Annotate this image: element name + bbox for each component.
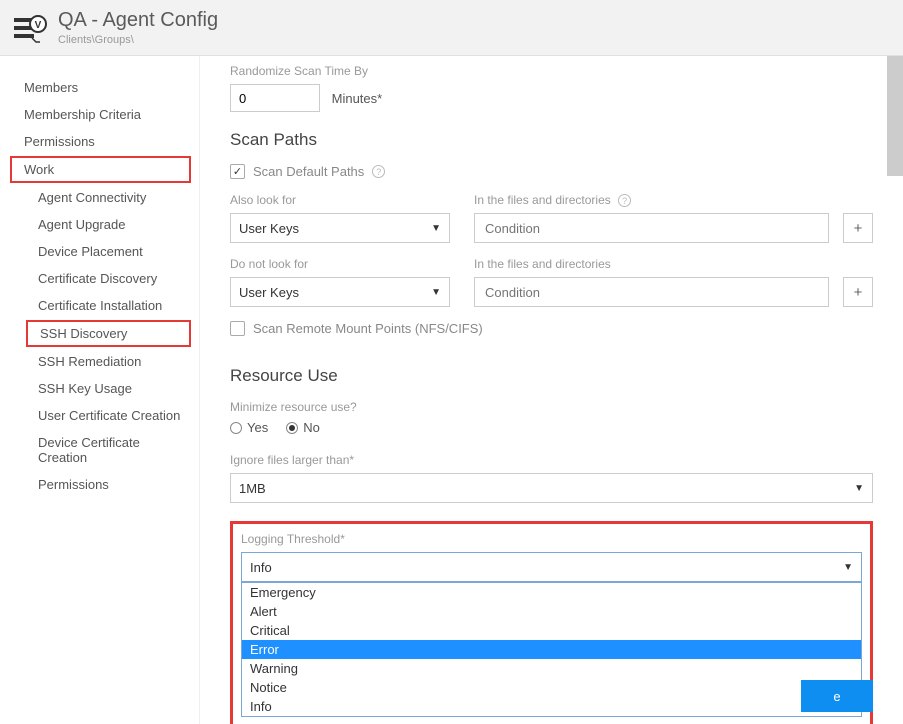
page-title: QA - Agent Config	[58, 9, 218, 32]
in-files-label-2: In the files and directories	[474, 257, 829, 271]
logging-dropdown-list: EmergencyAlertCriticalErrorWarningNotice…	[241, 582, 862, 717]
main-content: Randomize Scan Time By Minutes* Scan Pat…	[200, 56, 903, 724]
scan-paths-heading: Scan Paths	[230, 130, 873, 150]
ignore-files-label: Ignore files larger than*	[230, 453, 873, 467]
sidebar-item-certificate-installation[interactable]: Certificate Installation	[0, 292, 199, 319]
sidebar-item-work[interactable]: Work	[10, 156, 191, 183]
randomize-unit: Minutes*	[332, 91, 383, 106]
scan-remote-label: Scan Remote Mount Points (NFS/CIFS)	[253, 321, 483, 336]
logging-selected-value: Info	[250, 560, 272, 575]
logging-option-critical[interactable]: Critical	[242, 621, 861, 640]
logging-label: Logging Threshold*	[241, 532, 862, 546]
also-look-select[interactable]: User Keys ▼	[230, 213, 450, 243]
minimize-label: Minimize resource use?	[230, 400, 873, 414]
sidebar-item-members[interactable]: Members	[0, 74, 199, 101]
chevron-down-icon: ▼	[431, 223, 441, 234]
randomize-label: Randomize Scan Time By	[230, 64, 873, 78]
config-icon: V	[12, 12, 48, 44]
logging-option-warning[interactable]: Warning	[242, 659, 861, 678]
breadcrumb: Clients\Groups\	[58, 34, 218, 46]
scan-default-label: Scan Default Paths	[253, 164, 364, 179]
sidebar-item-permissions[interactable]: Permissions	[0, 471, 199, 498]
dont-look-value: User Keys	[239, 285, 299, 300]
randomize-input[interactable]	[230, 84, 320, 112]
condition-input-1[interactable]	[474, 213, 829, 243]
also-look-label: Also look for	[230, 193, 450, 207]
logging-option-info[interactable]: Info	[242, 697, 861, 716]
svg-text:V: V	[35, 20, 42, 31]
logging-option-notice[interactable]: Notice	[242, 678, 861, 697]
logging-option-emergency[interactable]: Emergency	[242, 583, 861, 602]
chevron-down-icon: ▼	[431, 287, 441, 298]
logging-option-error[interactable]: Error	[242, 640, 861, 659]
minimize-no-radio[interactable]: No	[286, 420, 320, 435]
help-icon[interactable]: ?	[618, 194, 631, 207]
sidebar-item-certificate-discovery[interactable]: Certificate Discovery	[0, 265, 199, 292]
sidebar-item-user-certificate-creation[interactable]: User Certificate Creation	[0, 402, 199, 429]
sidebar-item-agent-upgrade[interactable]: Agent Upgrade	[0, 211, 199, 238]
sidebar-item-ssh-remediation[interactable]: SSH Remediation	[0, 348, 199, 375]
save-button[interactable]: e	[801, 680, 873, 712]
sidebar-item-permissions[interactable]: Permissions	[0, 128, 199, 155]
sidebar-item-ssh-discovery[interactable]: SSH Discovery	[26, 320, 191, 347]
help-icon[interactable]: ?	[372, 165, 385, 178]
also-look-value: User Keys	[239, 221, 299, 236]
page-header: V QA - Agent Config Clients\Groups\	[0, 0, 903, 56]
condition-input-2[interactable]	[474, 277, 829, 307]
dont-look-label: Do not look for	[230, 257, 450, 271]
logging-section-highlight: Logging Threshold* Info ▼ EmergencyAlert…	[230, 521, 873, 724]
dont-look-select[interactable]: User Keys ▼	[230, 277, 450, 307]
in-files-label-1: In the files and directories ?	[474, 193, 829, 207]
logging-option-alert[interactable]: Alert	[242, 602, 861, 621]
minimize-yes-radio[interactable]: Yes	[230, 420, 268, 435]
chevron-down-icon: ▼	[843, 562, 853, 573]
scan-remote-checkbox[interactable]	[230, 321, 245, 336]
add-condition-button-2[interactable]: +	[843, 277, 873, 307]
sidebar-item-device-placement[interactable]: Device Placement	[0, 238, 199, 265]
sidebar-item-agent-connectivity[interactable]: Agent Connectivity	[0, 184, 199, 211]
ignore-files-select[interactable]: 1MB ▼	[230, 473, 873, 503]
sidebar-item-membership-criteria[interactable]: Membership Criteria	[0, 101, 199, 128]
scrollbar[interactable]	[887, 56, 903, 176]
add-condition-button-1[interactable]: +	[843, 213, 873, 243]
ignore-files-value: 1MB	[239, 481, 266, 496]
sidebar-item-ssh-key-usage[interactable]: SSH Key Usage	[0, 375, 199, 402]
sidebar-item-device-certificate-creation[interactable]: Device Certificate Creation	[0, 429, 199, 471]
logging-select[interactable]: Info ▼	[241, 552, 862, 582]
scan-default-checkbox[interactable]	[230, 164, 245, 179]
resource-heading: Resource Use	[230, 366, 873, 386]
chevron-down-icon: ▼	[854, 483, 864, 494]
sidebar-nav: MembersMembership CriteriaPermissionsWor…	[0, 56, 200, 724]
